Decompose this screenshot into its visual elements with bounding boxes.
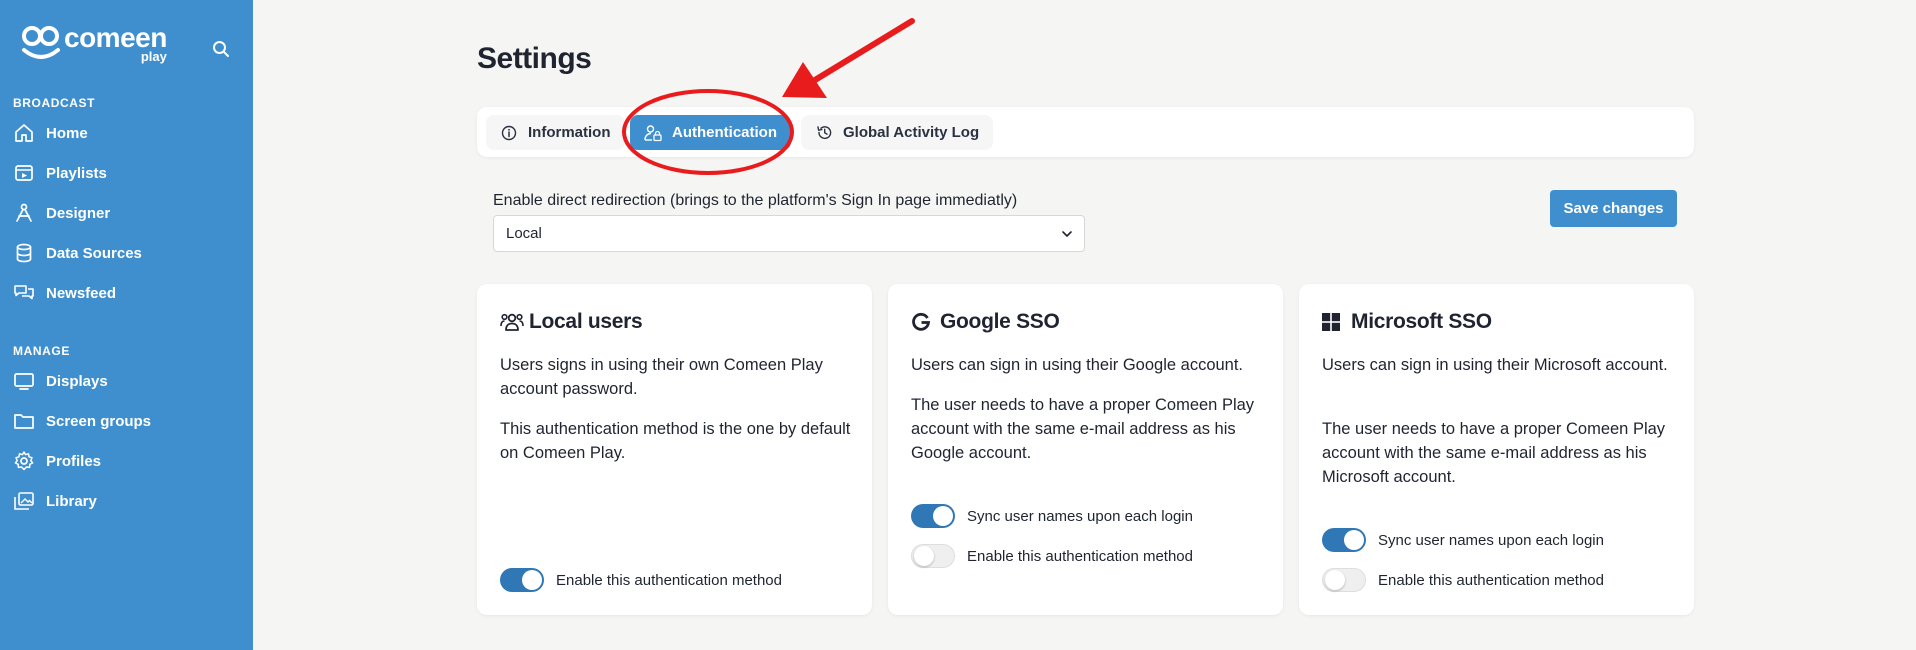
search-button[interactable] bbox=[208, 36, 234, 62]
card-title-text: Google SSO bbox=[940, 310, 1060, 333]
toggle-label: Enable this authentication method bbox=[967, 547, 1193, 565]
redirect-label: Enable direct redirection (brings to the… bbox=[493, 192, 1018, 209]
tab-label: Information bbox=[528, 124, 611, 141]
sidebar-item-label: Displays bbox=[46, 372, 108, 390]
sidebar-item-screen-groups[interactable]: Screen groups bbox=[12, 406, 242, 436]
microsoft-icon bbox=[1322, 310, 1348, 334]
redirect-select-value: Local bbox=[506, 225, 542, 242]
database-icon bbox=[12, 241, 36, 265]
enable-method-toggle[interactable] bbox=[911, 544, 955, 568]
annotation-arrow-shaft bbox=[812, 18, 915, 83]
tab-global-activity-log[interactable]: Global Activity Log bbox=[801, 115, 994, 150]
toggle-label: Enable this authentication method bbox=[556, 571, 782, 589]
card-title: Google SSO bbox=[911, 310, 1060, 334]
sync-names-row: Sync user names upon each login bbox=[911, 504, 1193, 528]
toggle-knob bbox=[1325, 570, 1345, 590]
toggle-label: Sync user names upon each login bbox=[1378, 531, 1604, 549]
toggle-knob bbox=[933, 506, 953, 526]
page-title: Settings bbox=[477, 42, 592, 75]
card-local-users: Local users Users signs in using their o… bbox=[477, 284, 872, 615]
users-icon bbox=[500, 310, 526, 334]
chat-icon bbox=[12, 281, 36, 305]
enable-method-toggle[interactable] bbox=[500, 568, 544, 592]
sidebar-item-label: Data Sources bbox=[46, 244, 142, 262]
toggle-knob bbox=[1344, 530, 1364, 550]
save-changes-button[interactable]: Save changes bbox=[1550, 190, 1677, 227]
toggle-knob bbox=[522, 570, 542, 590]
enable-method-row: Enable this authentication method bbox=[500, 568, 782, 592]
sidebar-item-label: Library bbox=[46, 492, 97, 510]
card-description: Users signs in using their own Comeen Pl… bbox=[500, 356, 823, 398]
card-microsoft-sso: Microsoft SSO Users can sign in using th… bbox=[1299, 284, 1694, 615]
sidebar-item-newsfeed[interactable]: Newsfeed bbox=[12, 278, 242, 308]
sync-names-toggle[interactable] bbox=[911, 504, 955, 528]
toggle-label: Enable this authentication method bbox=[1378, 571, 1604, 589]
sidebar-item-displays[interactable]: Displays bbox=[12, 366, 242, 396]
sidebar-item-library[interactable]: Library bbox=[12, 486, 242, 516]
folder-icon bbox=[12, 409, 36, 433]
card-title: Local users bbox=[500, 310, 643, 334]
toggle-knob bbox=[914, 546, 934, 566]
card-title-text: Local users bbox=[529, 310, 643, 333]
card-description: The user needs to have a proper Comeen P… bbox=[911, 396, 1255, 462]
sidebar-item-label: Profiles bbox=[46, 452, 102, 470]
sidebar-item-label: Home bbox=[46, 124, 88, 142]
sidebar-item-label: Designer bbox=[46, 204, 111, 222]
card-title: Microsoft SSO bbox=[1322, 310, 1492, 334]
section-title-manage: MANAGE bbox=[13, 344, 70, 358]
gear-icon bbox=[12, 449, 36, 473]
sidebar-item-data-sources[interactable]: Data Sources bbox=[12, 238, 242, 268]
comeen-logo-icon bbox=[22, 26, 60, 59]
images-icon bbox=[12, 489, 36, 513]
google-icon bbox=[911, 310, 937, 334]
chevron-down-icon bbox=[1062, 231, 1072, 237]
card-description: Users can sign in using their Google acc… bbox=[911, 356, 1244, 374]
enable-method-row: Enable this authentication method bbox=[911, 544, 1193, 568]
user-lock-icon bbox=[644, 124, 662, 142]
tab-label: Authentication bbox=[672, 124, 777, 141]
card-description: The user needs to have a proper Comeen P… bbox=[1322, 420, 1666, 486]
designer-icon bbox=[12, 201, 36, 225]
history-icon bbox=[815, 124, 833, 142]
info-icon bbox=[500, 124, 518, 142]
sidebar-item-label: Screen groups bbox=[46, 412, 152, 430]
sync-names-toggle[interactable] bbox=[1322, 528, 1366, 552]
tab-authentication[interactable]: Authentication bbox=[630, 115, 791, 150]
sidebar-item-home[interactable]: Home bbox=[12, 118, 242, 148]
monitor-icon bbox=[12, 369, 36, 393]
tab-information[interactable]: Information bbox=[486, 115, 625, 150]
sidebar-item-label: Playlists bbox=[46, 164, 107, 182]
sidebar-item-label: Newsfeed bbox=[46, 284, 117, 302]
home-icon bbox=[12, 121, 36, 145]
card-title-text: Microsoft SSO bbox=[1351, 310, 1492, 333]
logo-name: comeen bbox=[64, 22, 167, 53]
enable-method-row: Enable this authentication method bbox=[1322, 568, 1604, 592]
card-description: This authentication method is the one by… bbox=[500, 420, 851, 462]
section-title-broadcast: BROADCAST bbox=[13, 96, 96, 110]
search-icon bbox=[213, 41, 229, 57]
playlist-icon bbox=[12, 161, 36, 185]
sidebar-item-profiles[interactable]: Profiles bbox=[12, 446, 242, 476]
comeen-logo[interactable]: comeen play bbox=[20, 24, 167, 63]
sidebar-item-designer[interactable]: Designer bbox=[12, 198, 242, 228]
sync-names-row: Sync user names upon each login bbox=[1322, 528, 1604, 552]
sidebar: comeen play BROADCAST Home Playlists Des… bbox=[0, 0, 253, 650]
sidebar-item-playlists[interactable]: Playlists bbox=[12, 158, 242, 188]
card-description: Users can sign in using their Microsoft … bbox=[1322, 356, 1668, 374]
annotation-arrow-head bbox=[782, 62, 827, 98]
card-google-sso: Google SSO Users can sign in using their… bbox=[888, 284, 1283, 615]
redirect-select[interactable]: Local bbox=[493, 215, 1085, 252]
enable-method-toggle[interactable] bbox=[1322, 568, 1366, 592]
toggle-label: Sync user names upon each login bbox=[967, 507, 1193, 525]
tab-label: Global Activity Log bbox=[843, 124, 980, 141]
settings-tabs: Information Authentication Global Activi… bbox=[477, 107, 1694, 157]
